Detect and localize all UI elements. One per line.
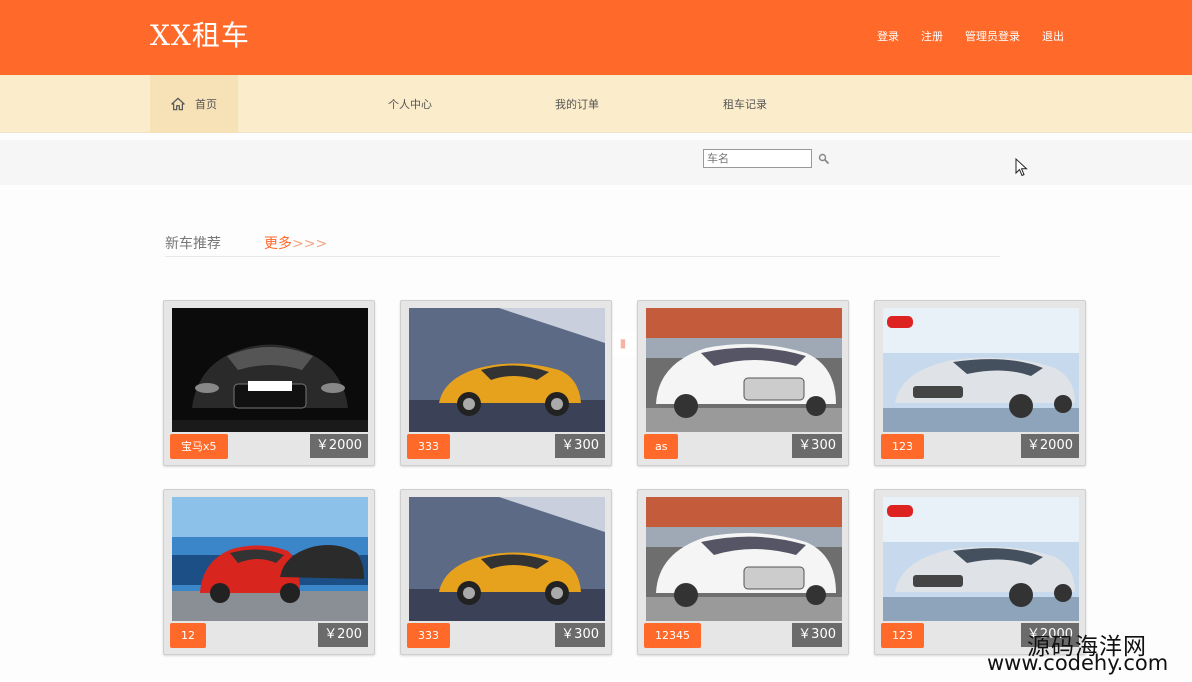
red-bmw-3-photo[interactable] [172, 497, 368, 621]
orange-audi-tt-photo[interactable] [409, 308, 605, 432]
car-card[interactable]: 123 ￥2000 [874, 300, 1086, 466]
car-price-tag: ￥300 [792, 434, 842, 458]
car-name-search-input[interactable] [703, 149, 812, 168]
search-bar [0, 140, 1192, 185]
main-nav: 首页 个人中心 我的订单 租车记录 [0, 75, 1192, 133]
car-price-tag: ￥200 [318, 623, 368, 647]
car-card[interactable]: 12 ￥200 [163, 489, 375, 655]
car-name-tag: 333 [407, 623, 450, 648]
car-card[interactable]: 宝马x5 ￥2000 [163, 300, 375, 466]
nav-rental-records[interactable]: 租车记录 [705, 75, 785, 133]
nav-my-orders[interactable]: 我的订单 [537, 75, 617, 133]
top-header: XX租车 登录 注册 管理员登录 退出 [0, 0, 1192, 75]
car-card[interactable]: 12345 ￥300 [637, 489, 849, 655]
white-audi-a8-photo[interactable] [646, 308, 842, 432]
car-name-tag: as [644, 434, 679, 459]
logout-link[interactable]: 退出 [1042, 28, 1064, 44]
black-audi-tt-photo[interactable] [172, 308, 368, 432]
orange-audi-tt-photo[interactable] [409, 497, 605, 621]
register-link[interactable]: 注册 [921, 28, 943, 44]
car-card[interactable]: 333 ￥300 [400, 300, 612, 466]
nav-home-label: 首页 [195, 98, 217, 111]
white-audi-a8-photo[interactable] [646, 497, 842, 621]
watermark-url: www.codehy.com [987, 651, 1169, 675]
search-icon[interactable] [818, 153, 830, 165]
silver-kia-k5-photo[interactable] [883, 497, 1079, 621]
car-price-tag: ￥2000 [1020, 434, 1079, 458]
more-link-arrows: >>> [292, 236, 328, 252]
car-name-tag: 12 [170, 623, 206, 648]
car-name-tag: 12345 [644, 623, 701, 648]
car-price-tag: ￥300 [555, 434, 605, 458]
car-card[interactable]: as ￥300 [637, 300, 849, 466]
nav-home[interactable]: 首页 [150, 75, 238, 133]
nav-user-center[interactable]: 个人中心 [370, 75, 450, 133]
more-link[interactable]: 更多>>> [264, 233, 327, 253]
site-logo[interactable]: XX租车 [150, 14, 250, 54]
home-icon [171, 97, 185, 111]
login-link[interactable]: 登录 [877, 28, 899, 44]
car-price-tag: ￥300 [792, 623, 842, 647]
top-links: 登录 注册 管理员登录 退出 [877, 28, 1064, 44]
car-name-tag: 123 [881, 623, 924, 648]
more-link-label: 更多 [264, 236, 292, 252]
section-title: 新车推荐 [165, 236, 221, 252]
car-name-tag: 宝马x5 [170, 434, 228, 459]
car-card[interactable]: 333 ￥300 [400, 489, 612, 655]
car-price-tag: ￥300 [555, 623, 605, 647]
car-name-tag: 333 [407, 434, 450, 459]
car-price-tag: ￥2000 [309, 434, 368, 458]
silver-kia-k5-photo[interactable] [883, 308, 1079, 432]
car-name-tag: 123 [881, 434, 924, 459]
admin-login-link[interactable]: 管理员登录 [965, 28, 1020, 44]
new-cars-section-header: 新车推荐 更多>>> [165, 231, 1000, 257]
mouse-cursor-icon [1015, 158, 1028, 177]
